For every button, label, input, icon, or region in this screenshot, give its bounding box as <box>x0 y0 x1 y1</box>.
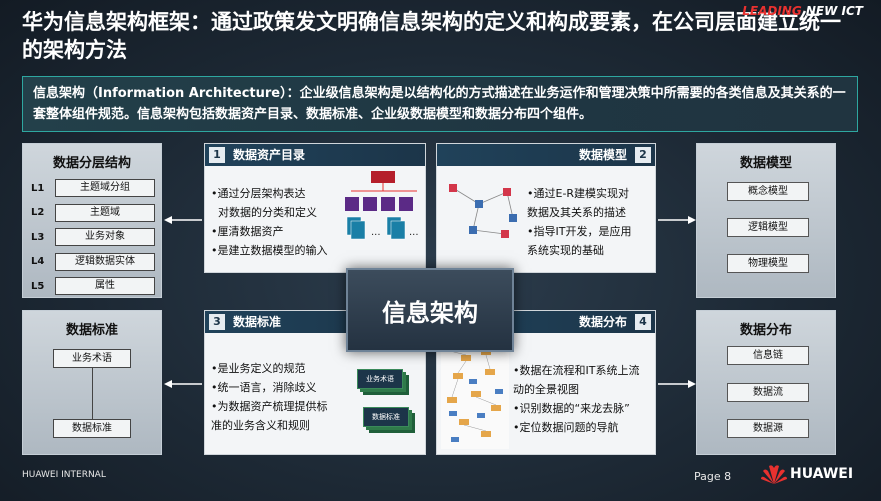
data-flow-item: 数据流 <box>727 383 809 402</box>
bullet: 对数据的分类和定义 <box>211 206 317 219</box>
card-label: 数据标准 <box>372 413 400 421</box>
layer-level: L1 <box>31 182 45 194</box>
panel-number: 1 <box>209 147 225 163</box>
panel-bullets: •数据在流程和IT系统上流 动的全景视图 •识别数据的“来龙去脉” •定位数据问… <box>513 361 639 437</box>
panel-number: 4 <box>635 314 651 330</box>
layer-row: L1 主题域分组 <box>31 176 155 201</box>
internal-label: HUAWEI INTERNAL <box>22 470 106 480</box>
data-distribution-title: 数据分布 <box>739 323 792 338</box>
data-flow-map-icon <box>441 339 509 449</box>
bullet: •定位数据问题的导航 <box>513 421 619 434</box>
data-standard-title: 数据标准 <box>65 323 118 338</box>
physical-model-item: 物理模型 <box>727 254 809 273</box>
card-label: 业务术语 <box>366 375 394 383</box>
bullet: •统一语言，消除歧义 <box>211 381 317 394</box>
data-distribution-box: 数据分布 信息链 数据流 数据源 <box>696 310 836 455</box>
bullet: •通过E-R建模实现对 <box>527 187 630 200</box>
huawei-logo-icon <box>761 465 787 484</box>
business-term-item: 业务术语 <box>53 349 131 368</box>
bullet: •是建立数据模型的输入 <box>211 244 328 257</box>
panel-header: 数据模型 2 <box>437 144 655 166</box>
layer-label: 逻辑数据实体 <box>55 252 155 271</box>
concept-model-item: 概念模型 <box>727 182 809 201</box>
data-model-box: 数据模型 概念模型 逻辑模型 物理模型 <box>696 143 836 298</box>
panel-bullets: •通过分层架构表达 对数据的分类和定义 •厘清数据资产 •是建立数据模型的输入 <box>211 184 328 260</box>
layer-row: L4 逻辑数据实体 <box>31 250 155 275</box>
layer-label: 主题域分组 <box>55 179 155 198</box>
panel-title: 数据模型 <box>579 148 628 162</box>
bullet: 数据及其关系的描述 <box>527 206 626 219</box>
bullet: •是业务定义的规范 <box>211 362 306 375</box>
data-standard-card: 数据标准 <box>363 407 409 427</box>
arrow-left-top-icon <box>164 216 202 224</box>
layer-level: L2 <box>31 207 45 219</box>
layer-row: L2 主题域 <box>31 201 155 226</box>
tag-new-ict: NEW ICT <box>801 4 863 18</box>
arrow-left-bottom-icon <box>164 380 202 388</box>
tag-leading: LEADING <box>742 4 802 18</box>
er-model-graphic-icon <box>449 184 517 238</box>
layer-row: L3 业务对象 <box>31 225 155 250</box>
panel-title: 数据分布 <box>579 315 628 329</box>
panel-data-asset-catalog: 1 数据资产目录 •通过分层架构表达 对数据的分类和定义 •厘清数据资产 •是建… <box>204 143 426 273</box>
layer-list: L1 主题域分组 L2 主题域 L3 业务对象 L4 逻辑数据实体 L5 属性 <box>31 176 155 299</box>
layer-label: 属性 <box>55 277 155 296</box>
data-source-item: 数据源 <box>727 419 809 438</box>
connector-line <box>92 368 93 420</box>
arrow-right-bottom-icon <box>658 380 696 388</box>
layer-label: 主题域 <box>55 203 155 222</box>
panel-bullets: •通过E-R建模实现对 数据及其关系的描述 •指导IT开发，是应用 系统实现的基… <box>527 184 631 260</box>
bullet: •识别数据的“来龙去脉” <box>513 402 630 415</box>
bullet: •数据在流程和IT系统上流 <box>513 364 640 377</box>
bullet: •指导IT开发，是应用 <box>527 225 632 238</box>
hierarchy-graphic-icon: ... ... <box>345 171 419 240</box>
panel-bullets: •是业务定义的规范 •统一语言，消除歧义 •为数据资产梳理提供标 准的业务含义和… <box>211 359 328 435</box>
svg-text:...: ... <box>371 227 381 238</box>
panel-header: 1 数据资产目录 <box>205 144 425 166</box>
definition-box: 信息架构（Information Architecture）：企业级信息架构是以… <box>22 76 858 132</box>
info-chain-item: 信息链 <box>727 346 809 365</box>
arrow-right-top-icon <box>658 216 696 224</box>
layer-level: L5 <box>31 280 45 292</box>
definition-text: 信息架构（Information Architecture）：企业级信息架构是以… <box>33 86 846 122</box>
panel-title: 数据资产目录 <box>233 148 306 162</box>
data-standard-item: 数据标准 <box>53 419 131 438</box>
layer-label: 业务对象 <box>55 228 155 247</box>
bullet: •通过分层架构表达 <box>211 187 306 200</box>
bullet: •为数据资产梳理提供标 <box>211 400 328 413</box>
business-term-card: 业务术语 <box>357 369 403 389</box>
page-number: Page 8 <box>694 470 732 483</box>
data-model-title: 数据模型 <box>739 156 792 171</box>
data-standard-box: 数据标准 业务术语 数据标准 <box>22 310 162 455</box>
panel-data-model: 数据模型 2 •通过E-R建模实现对 数据及其关系的描述 •指导IT开发，是应用… <box>436 143 656 273</box>
layer-row: L5 属性 <box>31 274 155 299</box>
bullet: 动的全景视图 <box>513 383 579 396</box>
data-layer-structure-title: 数据分层结构 <box>52 156 131 171</box>
bullet: 准的业务含义和规则 <box>211 419 310 432</box>
panel-number: 3 <box>209 314 225 330</box>
huawei-brand: HUAWEI <box>790 466 854 482</box>
layer-level: L3 <box>31 231 45 243</box>
leading-new-ict-tag: LEADING NEW ICT <box>742 4 863 18</box>
info-architecture-center: 信息架构 <box>346 268 514 352</box>
bullet: •厘清数据资产 <box>211 225 284 238</box>
panel-title: 数据标准 <box>233 315 282 329</box>
logic-model-item: 逻辑模型 <box>727 218 809 237</box>
svg-text:...: ... <box>409 227 419 238</box>
panel-number: 2 <box>635 147 651 163</box>
data-layer-structure-box: 数据分层结构 L1 主题域分组 L2 主题域 L3 业务对象 L4 逻辑数据实体 L5 属… <box>22 143 162 298</box>
bullet: 系统实现的基础 <box>527 244 604 257</box>
layer-level: L4 <box>31 256 45 268</box>
page-title: 华为信息架构框架：通过政策发文明确信息架构的定义和构成要素，在公司层面建立统一的… <box>22 10 841 62</box>
